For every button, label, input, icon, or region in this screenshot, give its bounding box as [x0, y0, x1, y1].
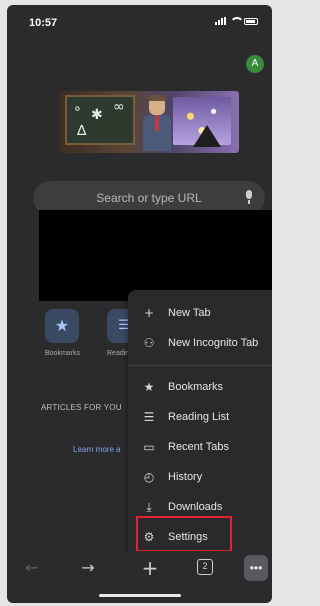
menu-item-reading-list[interactable]: ☰ Reading List [128, 403, 272, 431]
home-indicator[interactable] [99, 594, 181, 597]
menu-item-recent-tabs[interactable]: ▭ Recent Tabs [128, 433, 272, 461]
menu-item-label: New Tab [168, 307, 211, 319]
cellular-signal-icon [215, 17, 226, 25]
more-menu-button[interactable]: ••• [244, 555, 268, 581]
download-icon: ⤓ [146, 500, 152, 514]
shortcut-bookmarks[interactable]: ★ Bookmarks [45, 309, 85, 357]
new-tab-plus-icon[interactable]: + [139, 557, 161, 579]
shortcut-label: Bookmarks [45, 350, 81, 357]
status-bar: 10:57 [7, 5, 272, 39]
menu-item-label: New Incognito Tab [168, 337, 259, 349]
history-icon: ◴ [143, 470, 155, 484]
search-placeholder: Search or type URL [96, 191, 202, 205]
tab-switcher-button[interactable]: 2 [197, 559, 213, 575]
phone-screen: 10:57 A ∘ ✱ ∞ ∆ Search or type URL ★ Boo… [7, 5, 272, 603]
wifi-icon [230, 17, 244, 25]
menu-item-label: Downloads [168, 501, 223, 513]
profile-avatar[interactable]: A [246, 55, 264, 73]
recent-tabs-icon: ▭ [143, 440, 155, 454]
menu-item-label: Bookmarks [168, 381, 224, 393]
incognito-icon: ⚇ [143, 336, 155, 350]
status-icons [215, 17, 258, 25]
bottom-toolbar: ← → + 2 ••• [7, 551, 272, 585]
settings-highlight-box [136, 516, 232, 552]
doodle-figure [141, 93, 171, 151]
plus-icon: + [143, 306, 155, 320]
reading-list-icon: ☰ [143, 410, 155, 424]
learn-more-link[interactable]: Learn more a [73, 445, 121, 454]
menu-divider [128, 365, 272, 366]
menu-item-label: Reading List [168, 411, 230, 423]
microphone-icon[interactable] [245, 190, 253, 204]
star-icon: ★ [54, 316, 70, 335]
battery-icon [244, 17, 258, 25]
forward-arrow-icon[interactable]: → [77, 557, 99, 579]
menu-item-label: Recent Tabs [168, 441, 229, 453]
menu-item-bookmarks[interactable]: ★ Bookmarks [128, 373, 272, 401]
overflow-menu: + New Tab ⚇ New Incognito Tab ★ Bookmark… [128, 290, 272, 566]
star-icon: ★ [143, 380, 155, 394]
back-arrow-icon[interactable]: ← [21, 557, 43, 579]
menu-item-new-tab[interactable]: + New Tab [128, 299, 272, 327]
doodle-chalkboard: ∘ ✱ ∞ ∆ [65, 95, 135, 145]
status-time: 10:57 [29, 17, 58, 29]
articles-heading: ARTICLES FOR YOU [41, 403, 122, 412]
google-doodle[interactable]: ∘ ✱ ∞ ∆ [59, 91, 239, 153]
menu-item-new-incognito-tab[interactable]: ⚇ New Incognito Tab [128, 329, 272, 357]
doodle-tree-shape [193, 125, 221, 147]
redacted-region [39, 210, 272, 301]
menu-item-history[interactable]: ◴ History [128, 463, 272, 491]
menu-item-label: History [168, 471, 203, 483]
